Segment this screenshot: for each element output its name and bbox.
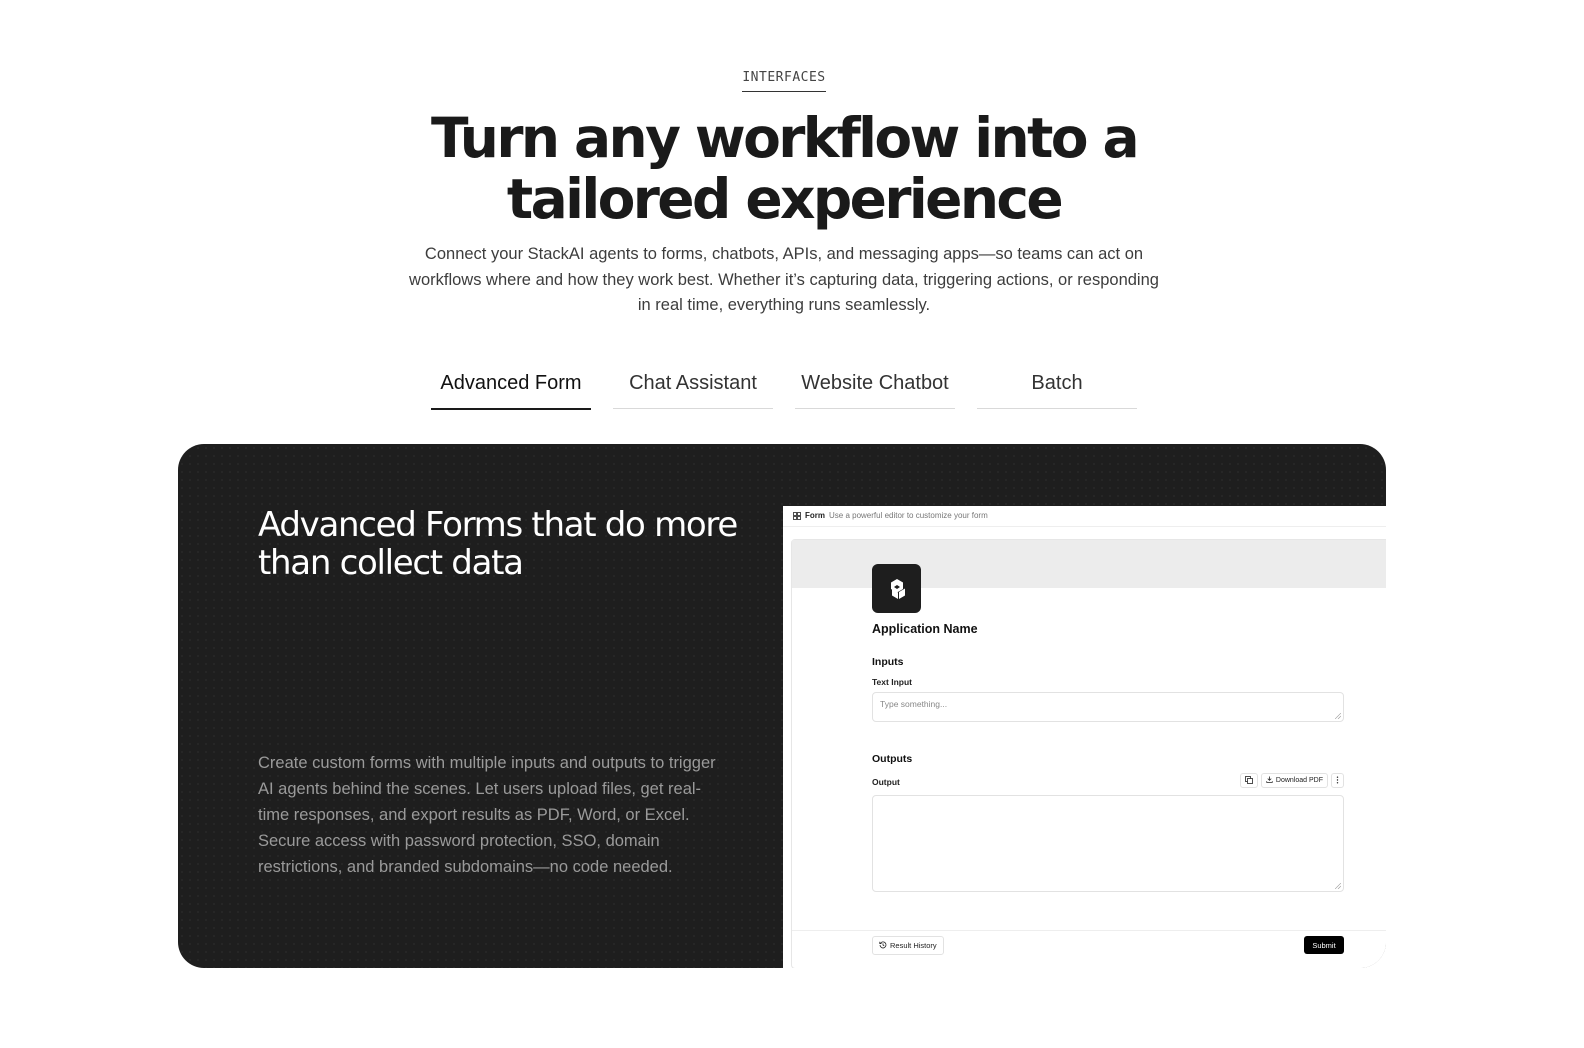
- output-area[interactable]: [872, 795, 1344, 892]
- feature-panel: Advanced Forms that do more than collect…: [178, 444, 1386, 968]
- resize-handle-icon[interactable]: [1335, 713, 1341, 719]
- resize-handle-icon[interactable]: [1335, 883, 1341, 889]
- panel-title: Advanced Forms that do more than collect…: [258, 505, 738, 583]
- preview-header-hint: Use a powerful editor to customize your …: [829, 511, 988, 520]
- section-headline: Turn any workflow into a tailored experi…: [0, 108, 1568, 230]
- section-eyebrow: INTERFACES: [742, 70, 826, 92]
- text-input-label: Text Input: [872, 677, 912, 687]
- inputs-label: Inputs: [872, 656, 904, 668]
- interface-tabs: Advanced Form Chat Assistant Website Cha…: [0, 366, 1584, 410]
- outputs-label: Outputs: [872, 753, 913, 765]
- download-icon: [1266, 776, 1273, 785]
- more-icon: [1336, 776, 1339, 786]
- download-pdf-button[interactable]: Download PDF: [1260, 773, 1328, 788]
- tab-website-chatbot[interactable]: Website Chatbot: [795, 366, 955, 409]
- section-eyebrow-wrap: INTERFACES: [0, 68, 1568, 92]
- copy-button[interactable]: [1239, 773, 1258, 788]
- tab-advanced-form[interactable]: Advanced Form: [431, 366, 591, 410]
- text-input-placeholder: Type something...: [880, 699, 948, 709]
- form-frame: Application Name Inputs Text Input Type …: [791, 539, 1386, 968]
- output-toolbar: Download PDF: [1239, 773, 1344, 788]
- section-subtitle: Connect your StackAI agents to forms, ch…: [409, 245, 1159, 314]
- tab-batch[interactable]: Batch: [977, 366, 1137, 409]
- text-input-field[interactable]: Type something...: [872, 692, 1344, 722]
- result-history-label: Result History: [890, 941, 937, 950]
- grid-icon: [793, 511, 801, 520]
- preview-header: Form Use a powerful editor to customize …: [793, 511, 988, 520]
- preview-header-title: Form: [805, 511, 825, 520]
- panel-description: Create custom forms with multiple inputs…: [258, 754, 716, 876]
- preview-divider: [783, 526, 1386, 527]
- copy-icon: [1245, 775, 1253, 786]
- app-logo-icon: [872, 564, 921, 613]
- app-name: Application Name: [872, 622, 978, 636]
- history-icon: [879, 941, 887, 951]
- form-footer-divider: [792, 930, 1386, 931]
- headline-line-2: tailored experience: [506, 167, 1064, 231]
- headline-line-1: Turn any workflow into a: [430, 106, 1140, 170]
- output-label: Output: [872, 777, 900, 787]
- submit-button[interactable]: Submit: [1304, 936, 1344, 954]
- result-history-button[interactable]: Result History: [872, 936, 944, 955]
- tab-chat-assistant[interactable]: Chat Assistant: [613, 366, 773, 409]
- form-preview: Form Use a powerful editor to customize …: [783, 506, 1386, 968]
- more-options-button[interactable]: [1331, 773, 1344, 788]
- download-pdf-label: Download PDF: [1275, 777, 1323, 784]
